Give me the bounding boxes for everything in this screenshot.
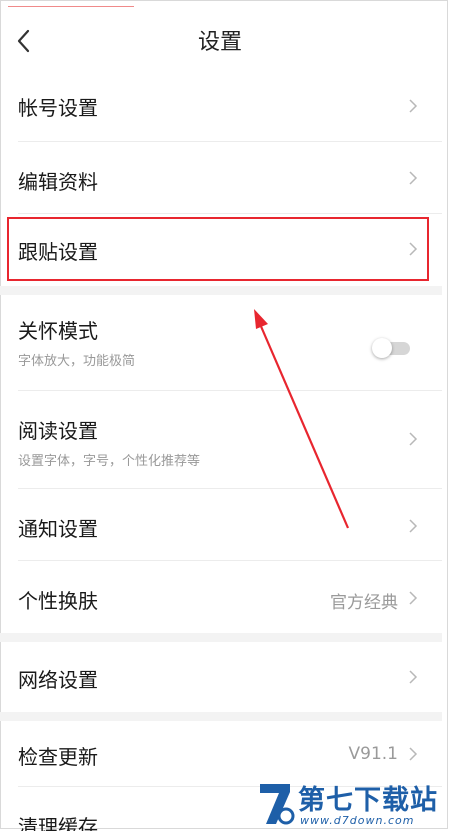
care-mode-toggle[interactable] <box>372 338 412 358</box>
section-gap <box>0 633 442 642</box>
settings-item-edit-profile[interactable]: 编辑资料 <box>0 142 442 214</box>
chevron-right-icon <box>409 670 418 684</box>
settings-item-label: 个性换肤 <box>18 589 98 613</box>
chevron-right-icon <box>409 747 418 761</box>
watermark: 第七下载站 www.d7down.com <box>254 776 450 831</box>
settings-item-account[interactable]: 帐号设置 <box>0 70 442 142</box>
settings-item-label: 清理缓存 <box>18 815 98 831</box>
settings-item-label: 帐号设置 <box>18 96 98 120</box>
settings-item-label: 阅读设置 <box>18 419 98 443</box>
settings-item-label: 编辑资料 <box>18 170 98 194</box>
skin-value: 官方经典 <box>330 593 398 613</box>
settings-item-network[interactable]: 网络设置 <box>0 642 442 712</box>
settings-item-label: 网络设置 <box>18 668 98 692</box>
chevron-right-icon <box>409 519 418 533</box>
chevron-right-icon <box>409 591 418 605</box>
watermark-name: 第七下载站 <box>298 785 438 816</box>
settings-item-label: 通知设置 <box>18 517 98 541</box>
settings-item-subtitle: 字体放大，功能极简 <box>18 354 136 369</box>
settings-item-notify[interactable]: 通知设置 <box>0 489 442 561</box>
settings-item-skin[interactable]: 个性换肤 官方经典 <box>0 561 442 633</box>
chevron-right-icon <box>409 171 418 185</box>
section-gap <box>0 286 442 295</box>
settings-item-subtitle: 设置字体，字号，个性化推荐等 <box>18 454 201 469</box>
chevron-right-icon <box>409 432 418 446</box>
settings-item-reading[interactable]: 阅读设置 设置字体，字号，个性化推荐等 <box>0 391 442 489</box>
toggle-knob <box>372 338 392 358</box>
version-value: V91.1 <box>348 744 398 764</box>
highlight-box <box>7 217 429 281</box>
section-gap <box>0 712 442 721</box>
chevron-right-icon <box>409 99 418 113</box>
settings-item-label: 检查更新 <box>18 745 98 769</box>
page-title: 设置 <box>197 30 242 55</box>
nav-bar: 设置 <box>0 0 450 80</box>
watermark-logo-icon <box>260 784 295 825</box>
settings-item-label: 关怀模式 <box>18 319 98 343</box>
watermark-url: www.d7down.com <box>300 814 415 827</box>
